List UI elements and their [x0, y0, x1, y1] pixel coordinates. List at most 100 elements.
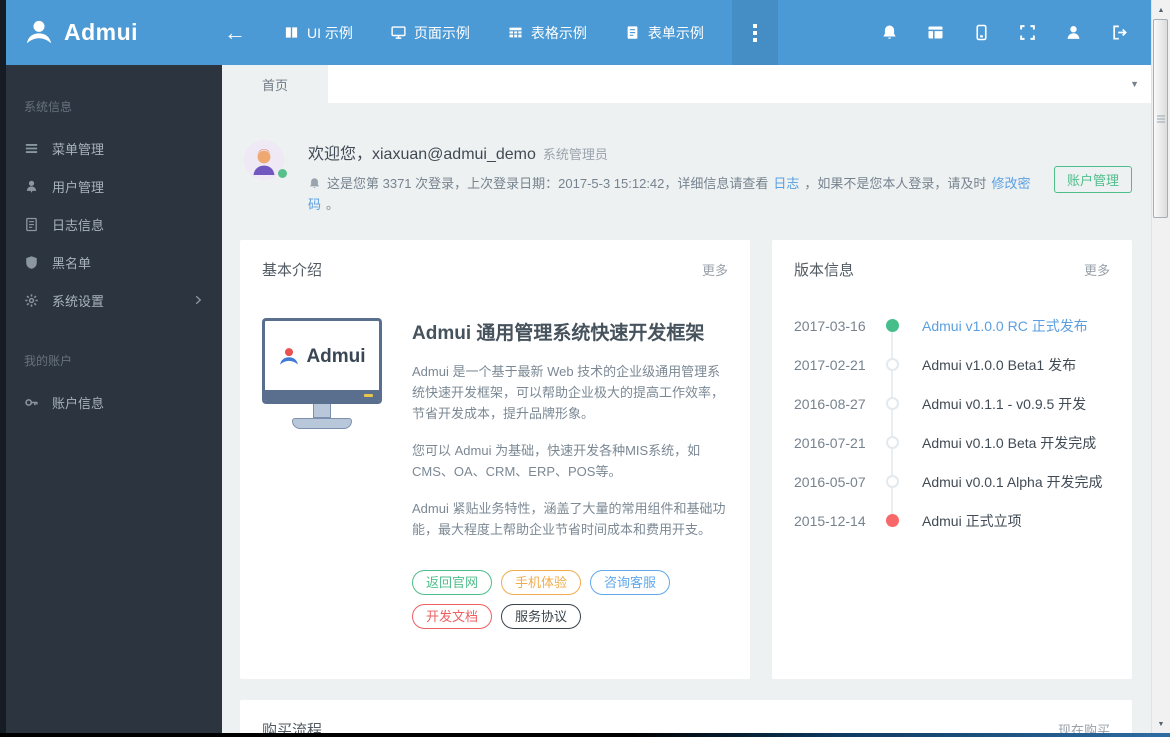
logout-icon[interactable] — [1111, 24, 1128, 41]
book-icon — [284, 25, 299, 40]
intro-paragraph: Admui 紧贴业务特性，涵盖了大量的常用组件和基础功能，最大程度上帮助企业节省… — [412, 501, 726, 537]
timeline-dot-red — [885, 514, 899, 527]
display-icon — [391, 25, 406, 40]
intro-paragraph: Admui 是一个基于最新 Web 技术的企业级通用管理系统快速开发框架，可以帮… — [412, 364, 725, 421]
timeline-dot-column — [878, 319, 906, 332]
intro-card-body: Admui Admui 通用管理系统快速开发框架 Admui 是一个基于最新 W… — [240, 280, 750, 629]
brand[interactable]: Admui — [0, 18, 210, 48]
timeline-dot-green — [885, 319, 899, 332]
pill-button-服务协议[interactable]: 服务协议 — [501, 604, 582, 629]
timeline-entry-link[interactable]: Admui v0.0.1 Alpha 开发完成 — [922, 472, 1103, 492]
nav-item-UI 示例[interactable]: UI 示例 — [284, 0, 353, 65]
nav-item-页面示例[interactable]: 页面示例 — [391, 0, 470, 65]
nav-item-label: 表格示例 — [530, 24, 587, 41]
log-link[interactable]: 日志 — [773, 176, 799, 191]
user-avatar[interactable] — [244, 140, 287, 180]
sidebar-item-黑名单[interactable]: 黑名单 — [0, 243, 222, 281]
fullscreen-icon[interactable] — [1019, 24, 1036, 41]
timeline-dot-hollow — [885, 436, 899, 449]
window-left-edge — [0, 0, 6, 737]
nav-item-表格示例[interactable]: 表格示例 — [508, 0, 587, 65]
purchase-card: 购买流程 现在购买 — [240, 700, 1132, 737]
message-prefix: 这是您第 3371 次登录，上次登录日期：2017-5-3 15:12:42，详… — [327, 176, 769, 191]
timeline-date: 2016-08-27 — [794, 395, 866, 412]
timeline-dot-column — [878, 358, 906, 371]
main-menu: UI 示例 页面示例 表格示例 表单示例 — [284, 0, 704, 65]
timeline-dot-hollow — [885, 475, 899, 488]
person-icon — [24, 179, 39, 194]
table-icon — [508, 25, 523, 40]
timeline-row: 2016-08-27 Admui v0.1.1 - v0.9.5 开发 — [794, 384, 1132, 423]
version-more-link[interactable]: 更多 — [1084, 260, 1110, 279]
nav-item-表单示例[interactable]: 表单示例 — [625, 0, 704, 65]
sidebar-item-用户管理[interactable]: 用户管理 — [0, 167, 222, 205]
timeline-entry-link[interactable]: Admui v1.0.0 Beta1 发布 — [922, 355, 1076, 375]
sidebar-item-label: 黑名单 — [52, 255, 92, 271]
bell-icon[interactable] — [881, 24, 898, 41]
key-icon — [24, 395, 39, 410]
greeting-text: 欢迎您，xiaxuan@admui_demo — [308, 146, 536, 163]
sidebar-section-label: 我的账户 — [24, 354, 73, 368]
layout-icon[interactable] — [927, 24, 944, 41]
account-manage-button[interactable]: 账户管理 — [1053, 166, 1132, 193]
sidebar-item-label: 账户信息 — [52, 395, 105, 411]
sidebar-item-菜单管理[interactable]: 菜单管理 — [0, 129, 222, 167]
scrollbar-thumb[interactable] — [1153, 19, 1168, 218]
timeline-entry-link[interactable]: Admui v1.0.0 RC 正式发布 — [922, 316, 1088, 336]
pill-button-咨询客服[interactable]: 咨询客服 — [590, 570, 671, 595]
intro-card-header: 基本介绍 更多 — [240, 240, 750, 280]
brand-title: Admui — [64, 19, 139, 45]
user-icon[interactable] — [1065, 24, 1082, 41]
monitor-stand-neck — [313, 404, 331, 418]
timeline-dot-hollow — [885, 397, 899, 410]
product-heading: Admui 通用管理系统快速开发框架 — [412, 323, 705, 344]
menu-overflow-button[interactable] — [731, 0, 778, 65]
timeline-entry-link[interactable]: Admui v0.1.1 - v0.9.5 开发 — [922, 394, 1086, 414]
scroll-up-button[interactable]: ▲ — [1152, 2, 1170, 18]
monitor-stand-base — [292, 418, 352, 429]
timeline-date: 2016-05-07 — [794, 473, 866, 490]
form-icon — [625, 25, 640, 40]
message-middle: ，如果不是您本人登录，请及时 — [804, 176, 987, 191]
page-scrollbar[interactable]: ▲ ▼ — [1151, 0, 1170, 737]
message-suffix: 。 — [326, 197, 340, 212]
sidebar-item-日志信息[interactable]: 日志信息 — [0, 205, 222, 243]
user-role-badge: 系统管理员 — [542, 147, 608, 162]
bell-icon — [308, 177, 321, 190]
sidebar-item-label: 日志信息 — [52, 217, 105, 233]
pill-button-手机体验[interactable]: 手机体验 — [501, 570, 582, 595]
monitor-led — [364, 394, 373, 397]
document-icon — [24, 217, 39, 232]
menu-lines-icon — [24, 141, 39, 156]
login-message: 这是您第 3371 次登录，上次登录日期：2017-5-3 15:12:42，详… — [308, 173, 1032, 215]
admui-app-window: Admui ← UI 示例 页面示例 表格示例 表单示例 系统信息 菜单管理 用户管理 日志… — [0, 0, 1170, 737]
version-timeline: 2017-03-16 Admui v1.0.0 RC 正式发布 2017-02-21… — [772, 306, 1132, 540]
timeline-row: 2017-02-21 Admui v1.0.0 Beta1 发布 — [794, 345, 1132, 384]
monitor-bezel — [265, 390, 379, 401]
timeline-row: 2016-05-07 Admui v0.0.1 Alpha 开发完成 — [794, 462, 1132, 501]
scroll-down-button[interactable]: ▼ — [1152, 716, 1170, 732]
back-arrow-button[interactable]: ← — [224, 21, 246, 44]
timeline-date: 2017-03-16 — [794, 317, 866, 334]
pill-button-返回官网[interactable]: 返回官网 — [412, 570, 493, 595]
timeline-row: 2016-07-21 Admui v0.1.0 Beta 开发完成 — [794, 423, 1132, 462]
intro-more-link[interactable]: 更多 — [702, 260, 728, 279]
timeline-date: 2016-07-21 — [794, 434, 866, 451]
monitor-illustration: Admui — [262, 318, 382, 629]
purchase-card-header: 购买流程 现在购买 — [240, 700, 1132, 737]
intro-text-column: Admui 通用管理系统快速开发框架 Admui 是一个基于最新 Web 技术的… — [412, 318, 726, 629]
pill-button-开发文档[interactable]: 开发文档 — [412, 604, 493, 629]
mobile-icon[interactable] — [973, 24, 990, 41]
timeline-dot-column — [878, 475, 906, 488]
sidebar-item-账户信息[interactable]: 账户信息 — [0, 383, 222, 421]
timeline-entry-link[interactable]: Admui 正式立项 — [922, 511, 1022, 531]
timeline-entry-link[interactable]: Admui v0.1.0 Beta 开发完成 — [922, 433, 1096, 453]
welcome-banner: 欢迎您，xiaxuan@admui_demo 系统管理员 这是您第 3371 次登… — [222, 103, 1152, 215]
version-card: 版本信息 更多 2017-03-16 Admui v1.0.0 RC 正式发布 20… — [772, 240, 1132, 679]
sidebar-item-label: 系统设置 — [52, 293, 105, 309]
tab-home[interactable]: 首页 — [222, 65, 328, 103]
welcome-text: 欢迎您，xiaxuan@admui_demo 系统管理员 这是您第 3371 次登… — [308, 140, 1032, 215]
sidebar-item-系统设置[interactable]: 系统设置 — [0, 281, 222, 319]
version-card-header: 版本信息 更多 — [772, 240, 1132, 280]
tabs-dropdown-caret[interactable]: ▼ — [1130, 65, 1152, 103]
